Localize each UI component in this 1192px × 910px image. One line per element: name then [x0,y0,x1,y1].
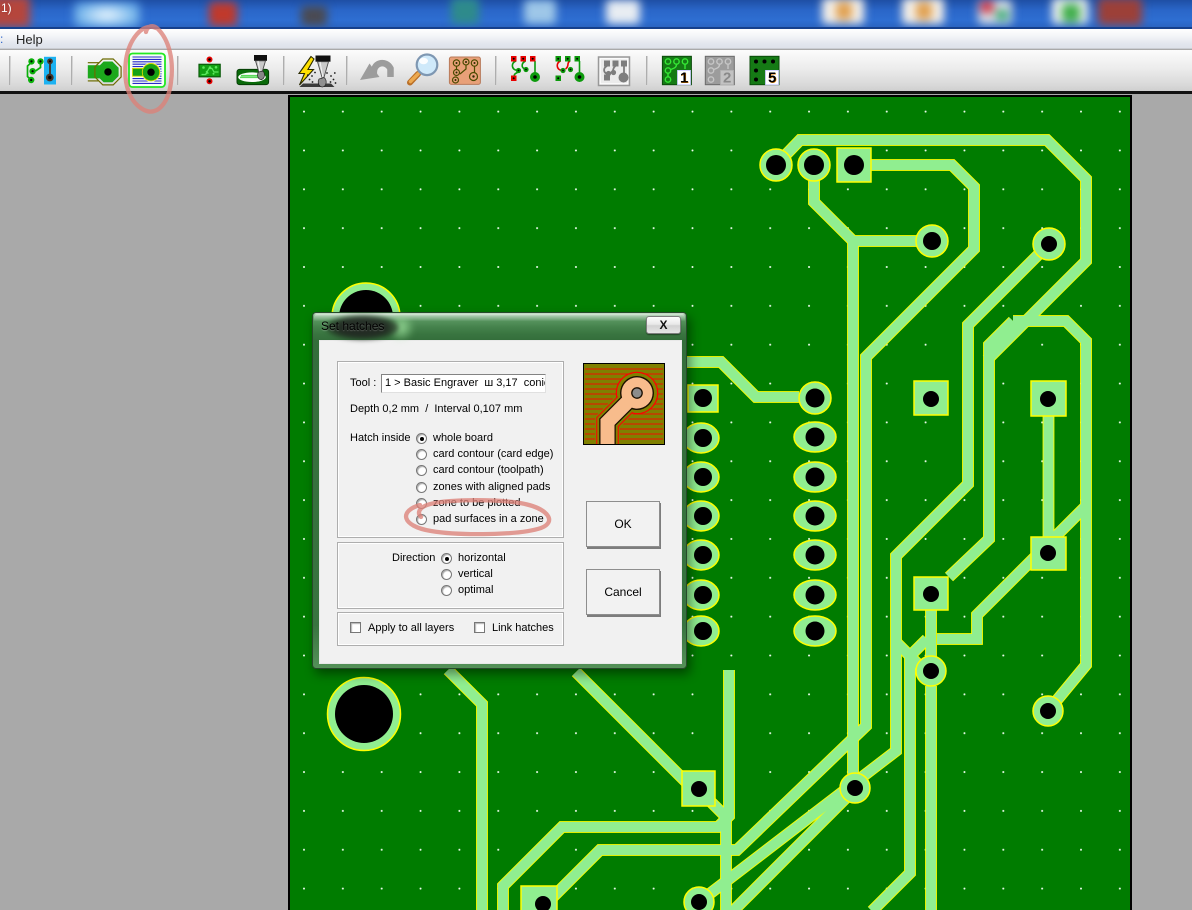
svg-text:1: 1 [680,70,688,87]
svg-text:2: 2 [723,70,731,87]
svg-text:5: 5 [768,70,776,87]
